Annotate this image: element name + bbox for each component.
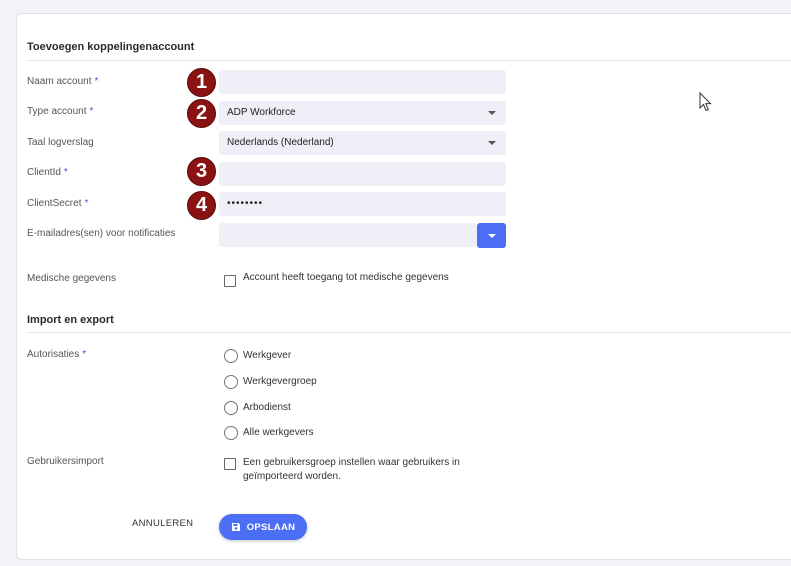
clientid-textbox[interactable] xyxy=(227,162,498,186)
medische-gegevens-checkbox[interactable] xyxy=(224,275,236,287)
import-export-title: Import en export xyxy=(27,314,114,326)
taal-logverslag-label: Taal logverslag xyxy=(27,137,94,148)
autorisaties-label: Autorisaties * xyxy=(27,349,87,360)
gebruikersimport-checkbox-label: Een gebruikersgroep instellen waar gebru… xyxy=(243,457,460,482)
gebruikersimport-label: Gebruikersimport xyxy=(27,456,104,467)
naam-account-input[interactable] xyxy=(219,70,506,94)
clientsecret-input[interactable]: •••••••• xyxy=(219,192,506,216)
clientid-label: ClientId * xyxy=(27,167,68,178)
mouse-cursor-icon xyxy=(699,92,712,112)
radio-werkgever[interactable] xyxy=(224,349,238,363)
radio-werkgevergroep[interactable] xyxy=(224,375,238,389)
badge-1: 1 xyxy=(187,68,216,97)
badge-2: 2 xyxy=(187,99,216,128)
radio-alle-werkgevers-label: Alle werkgevers xyxy=(243,427,314,438)
email-textbox[interactable] xyxy=(227,223,469,247)
chevron-down-icon xyxy=(487,233,496,238)
medische-gegevens-label: Medische gegevens xyxy=(27,273,116,284)
type-account-label: Type account * xyxy=(27,106,94,117)
radio-werkgever-label: Werkgever xyxy=(243,350,292,361)
radio-arbodienst[interactable] xyxy=(224,401,238,415)
email-dropdown-button[interactable] xyxy=(477,223,506,248)
gebruikersimport-checkbox[interactable] xyxy=(224,458,236,470)
radio-alle-werkgevers[interactable] xyxy=(224,426,238,440)
type-account-select[interactable]: ADP Workforce xyxy=(219,101,506,125)
naam-account-textbox[interactable] xyxy=(227,70,498,94)
clientsecret-label: ClientSecret * xyxy=(27,198,89,209)
email-label: E-mailadres(sen) voor notificaties xyxy=(27,228,176,239)
radio-arbodienst-label: Arbodienst xyxy=(243,402,291,413)
save-button[interactable]: OPSLAAN xyxy=(219,514,307,540)
type-account-value: ADP Workforce xyxy=(227,107,296,118)
badge-4: 4 xyxy=(187,191,216,220)
save-icon xyxy=(231,523,240,531)
section-divider xyxy=(27,60,791,61)
taal-value: Nederlands (Nederland) xyxy=(227,137,334,148)
cancel-button[interactable]: ANNULEREN xyxy=(132,518,193,529)
naam-account-label: Naam account * xyxy=(27,76,99,87)
email-input[interactable] xyxy=(219,223,477,247)
medische-gegevens-checkbox-label: Account heeft toegang tot medische gegev… xyxy=(243,272,449,283)
clientsecret-value: •••••••• xyxy=(227,198,264,209)
clientid-input[interactable] xyxy=(219,162,506,186)
badge-3: 3 xyxy=(187,157,216,186)
chevron-down-icon xyxy=(488,141,496,145)
save-button-label: OPSLAAN xyxy=(246,521,296,533)
form-title: Toevoegen koppelingenaccount xyxy=(27,41,195,53)
form-card: Toevoegen koppelingenaccount Naam accoun… xyxy=(16,13,791,560)
chevron-down-icon xyxy=(488,111,496,115)
taal-logverslag-select[interactable]: Nederlands (Nederland) xyxy=(219,131,506,155)
radio-werkgevergroep-label: Werkgevergroep xyxy=(243,376,317,387)
section-divider xyxy=(27,332,791,333)
